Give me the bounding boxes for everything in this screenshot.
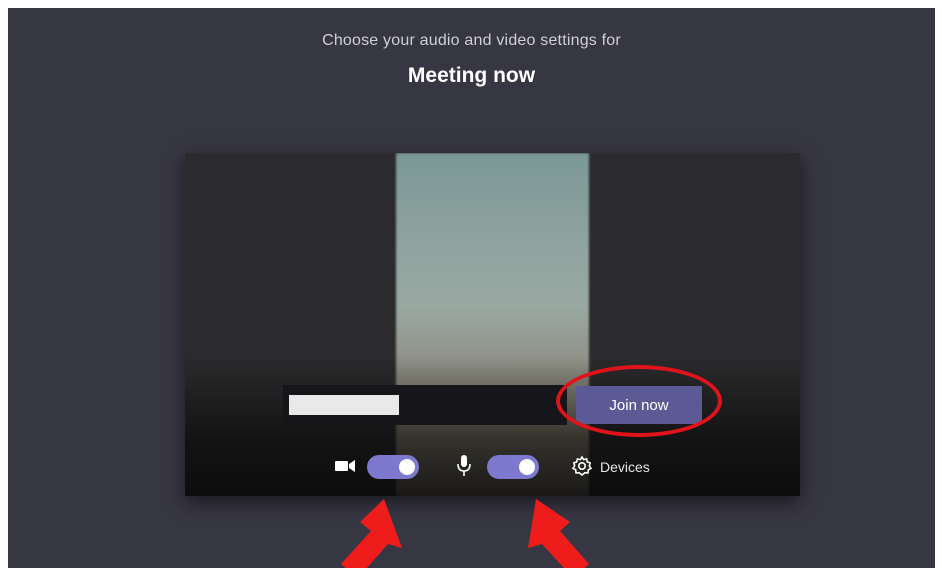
meeting-prejoin-screen: Choose your audio and video settings for… — [8, 8, 935, 568]
camera-toggle[interactable] — [367, 455, 419, 479]
mic-icon — [457, 455, 471, 476]
red-arrow-mic — [528, 499, 589, 568]
join-now-button[interactable]: Join now — [576, 386, 702, 424]
mic-toggle[interactable] — [487, 455, 539, 479]
settings-prompt: Choose your audio and video settings for — [322, 32, 621, 49]
device-controls: Devices — [185, 451, 800, 481]
camera-toggle-knob — [399, 459, 415, 475]
name-input[interactable] — [289, 395, 399, 415]
video-preview-panel: Join now Devices — [185, 153, 800, 496]
mic-toggle-knob — [519, 459, 535, 475]
devices-label: Devices — [600, 459, 650, 475]
meeting-title: Meeting now — [407, 64, 536, 87]
gear-icon — [571, 455, 593, 477]
camera-icon — [335, 460, 355, 472]
name-bar — [283, 385, 567, 425]
red-arrow-camera — [341, 499, 402, 568]
